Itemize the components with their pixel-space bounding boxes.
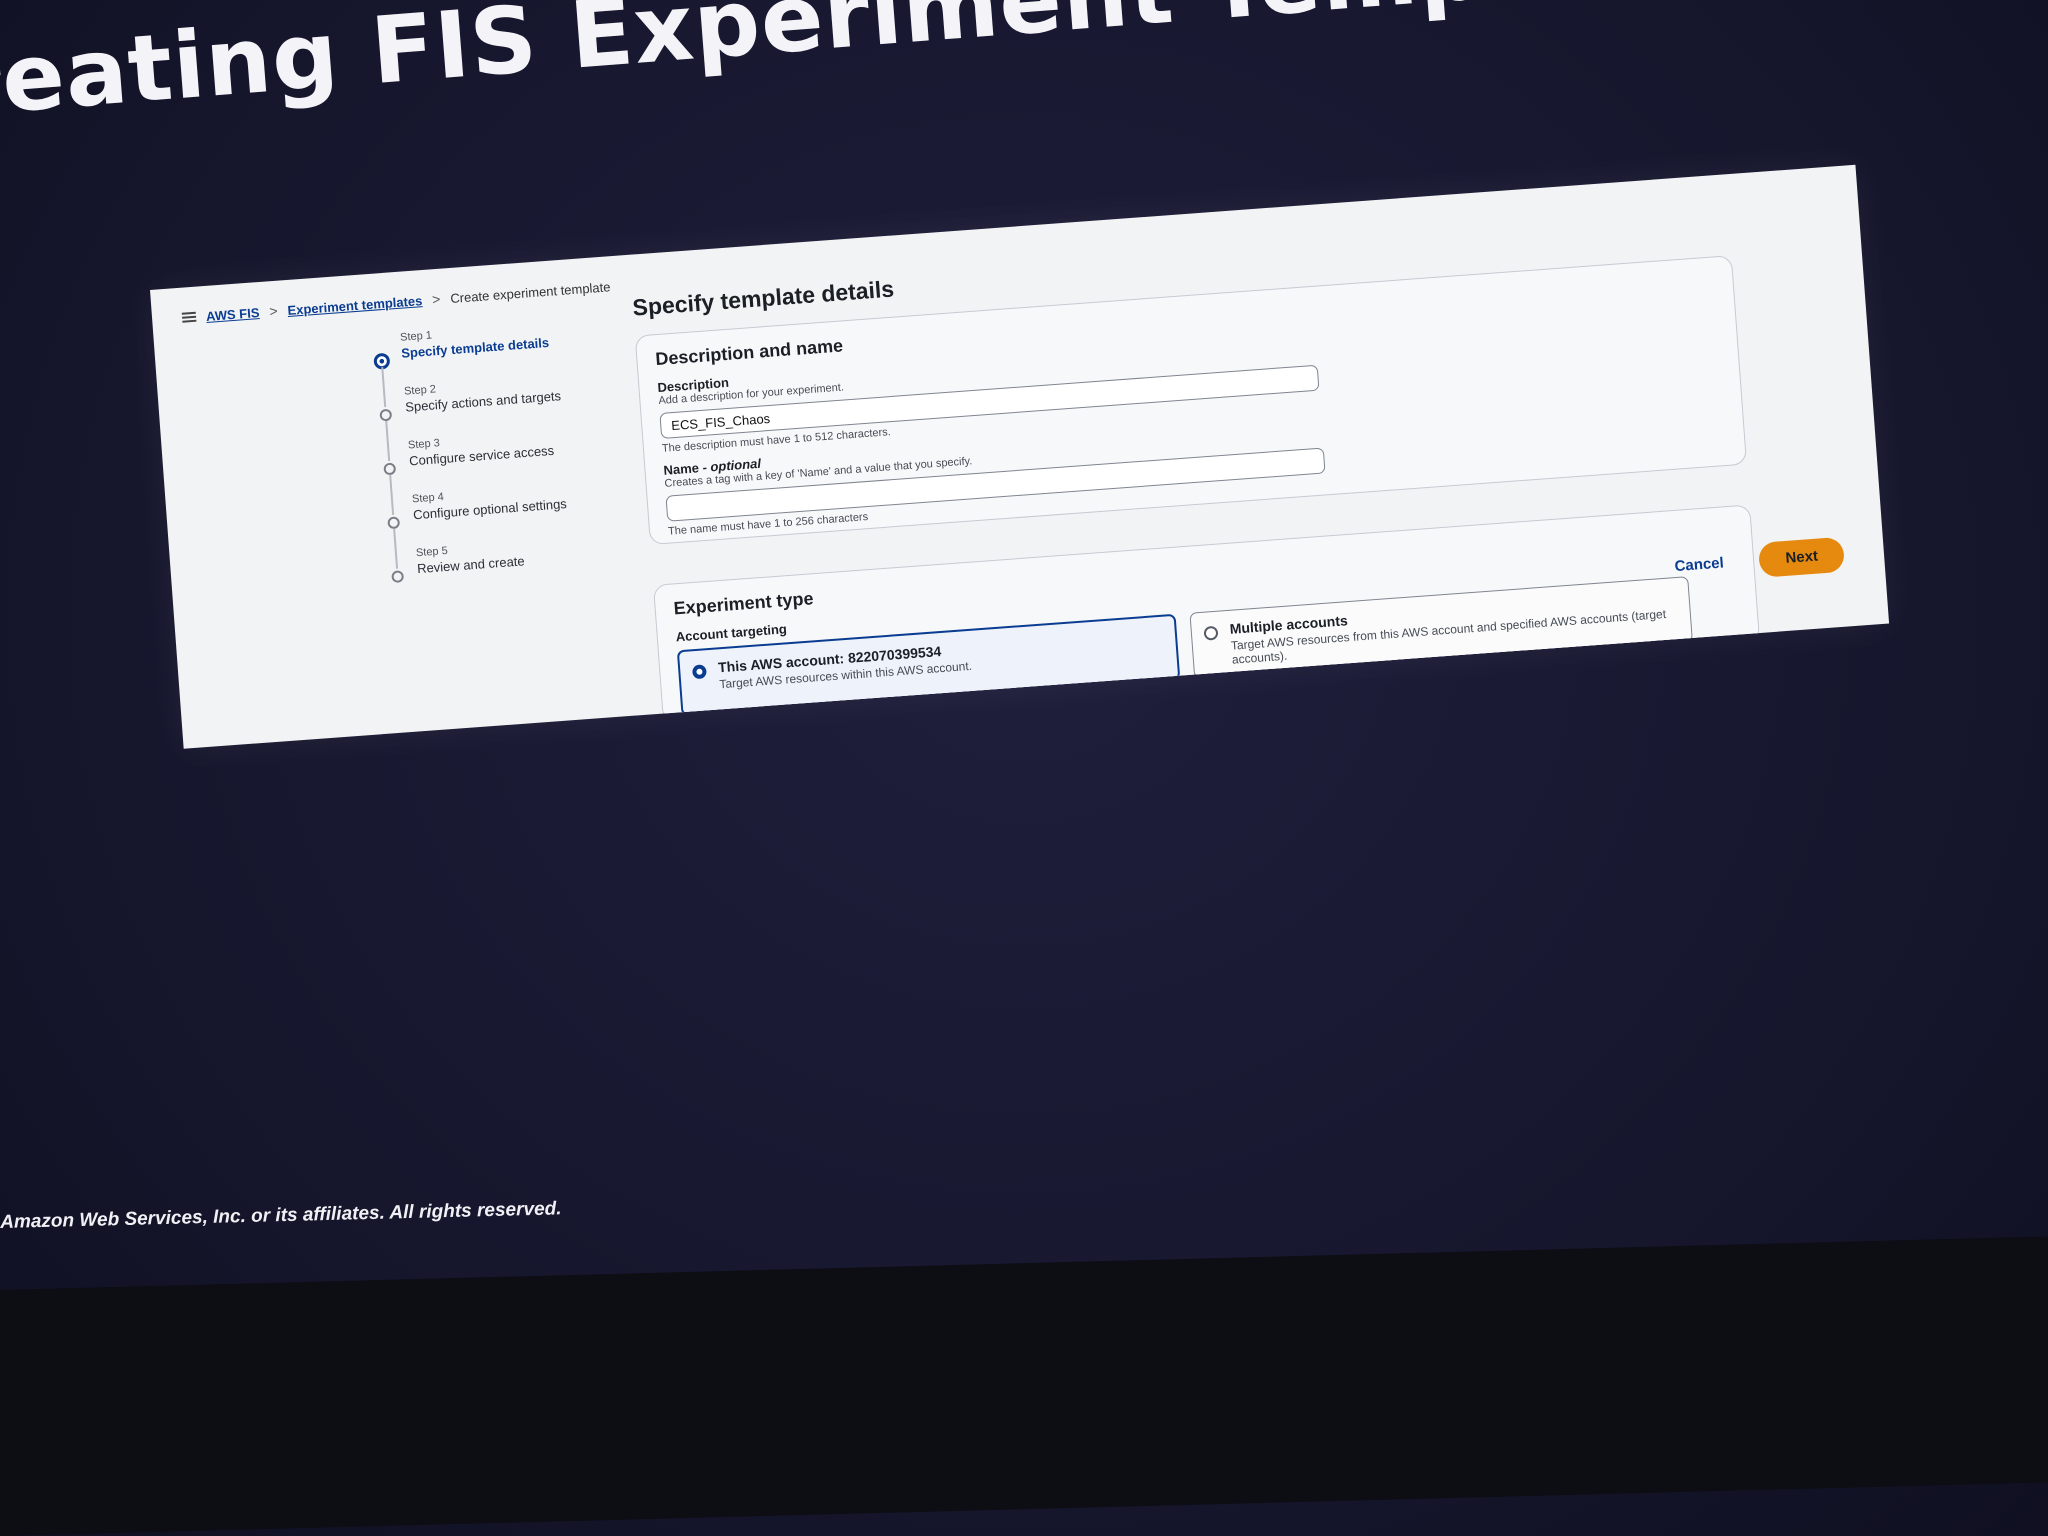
chevron-right-icon: > — [268, 302, 279, 320]
step-indicator-icon — [379, 408, 393, 422]
screen-bottom-edge — [0, 1236, 2048, 1536]
main-content: Specify template details Description and… — [632, 208, 1840, 723]
slide-title: reating FIS Experiment Template — [0, 0, 1692, 137]
presentation-slide: reating FIS Experiment Template AWS FIS … — [0, 0, 2048, 1536]
breadcrumb-experiment-templates[interactable]: Experiment templates — [287, 293, 423, 318]
menu-icon[interactable] — [181, 311, 197, 323]
experiment-type-panel: Experiment type Account targeting This A… — [652, 504, 1761, 723]
chevron-right-icon: > — [431, 290, 441, 308]
radio-unselected-icon[interactable] — [1203, 625, 1219, 641]
breadcrumb-current: Create experiment template — [449, 278, 611, 306]
step-indicator-icon — [391, 570, 405, 584]
next-button[interactable]: Next — [1758, 536, 1846, 578]
aws-console-screenshot: AWS FIS > Experiment templates > Create … — [150, 164, 1890, 749]
step-indicator-icon — [387, 516, 401, 530]
radio-selected-icon[interactable] — [691, 664, 707, 680]
breadcrumb: AWS FIS > Experiment templates > Create … — [181, 278, 611, 325]
cancel-button[interactable]: Cancel — [1668, 553, 1730, 576]
breadcrumb-aws-fis[interactable]: AWS FIS — [206, 305, 260, 324]
wizard-steps: Step 1 Specify template details Step 2 S… — [373, 316, 633, 603]
step-indicator-icon — [383, 462, 397, 476]
copyright-notice: Amazon Web Services, Inc. or its affilia… — [0, 1198, 562, 1233]
